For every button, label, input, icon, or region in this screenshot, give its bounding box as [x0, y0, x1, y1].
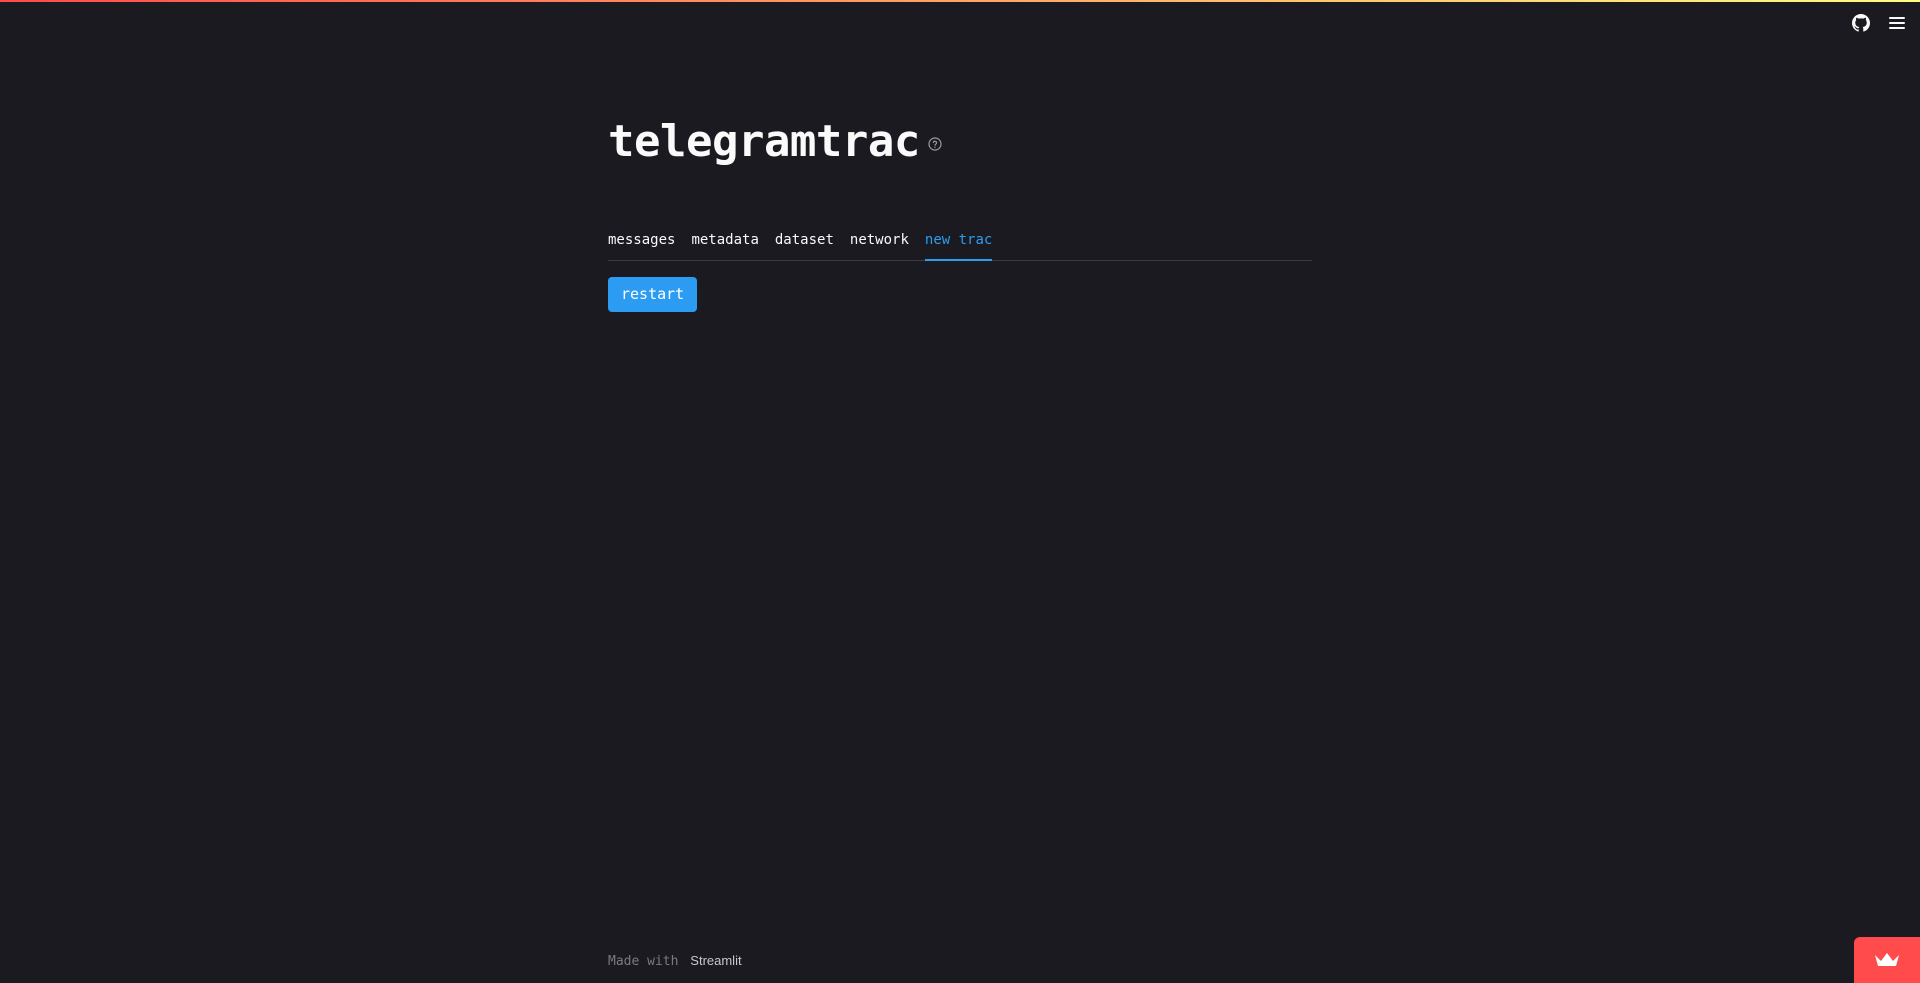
footer: Made with Streamlit — [608, 953, 742, 969]
main-content: telegramtrac messages metadata dataset n… — [608, 110, 1312, 312]
crown-icon — [1875, 953, 1899, 966]
footer-prefix: Made with — [608, 954, 679, 969]
tab-bar: messages metadata dataset network new tr… — [608, 232, 1312, 261]
hamburger-menu-icon[interactable] — [1886, 12, 1908, 34]
top-decoration-bar — [0, 0, 1920, 2]
restart-button[interactable]: restart — [608, 277, 698, 312]
footer-brand-link[interactable]: Streamlit — [690, 953, 741, 968]
tab-messages[interactable]: messages — [608, 232, 675, 261]
tab-metadata[interactable]: metadata — [691, 232, 758, 261]
title-row: telegramtrac — [608, 110, 1312, 172]
page-title: telegramtrac — [608, 115, 920, 167]
toolbar — [1850, 12, 1908, 34]
help-icon[interactable] — [928, 136, 942, 151]
github-icon[interactable] — [1850, 12, 1872, 34]
tab-network[interactable]: network — [850, 232, 909, 261]
tab-new-trac[interactable]: new trac — [924, 232, 993, 261]
tab-dataset[interactable]: dataset — [775, 232, 834, 261]
crown-badge-button[interactable] — [1854, 937, 1920, 983]
